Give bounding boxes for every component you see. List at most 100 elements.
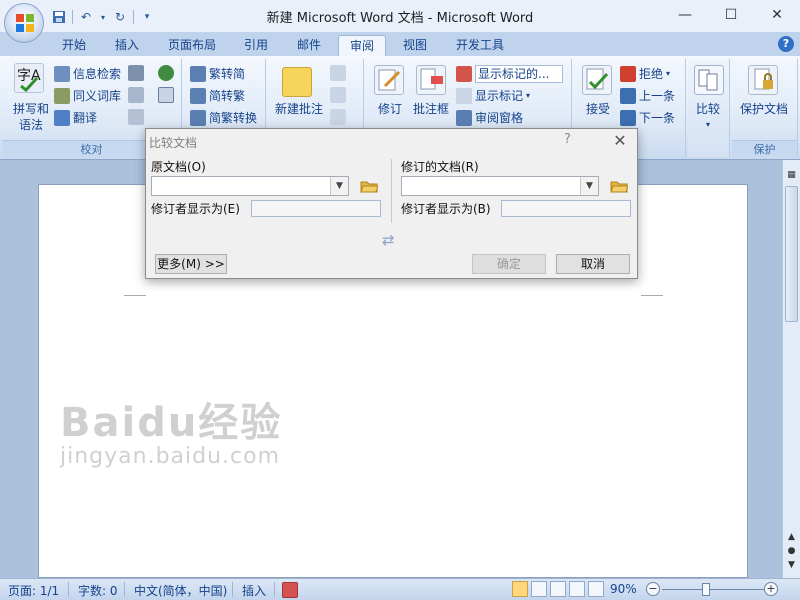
tab-view[interactable]: 视图 [390,35,440,56]
original-document-select[interactable]: ▼ [151,176,349,196]
protect-document-icon[interactable] [748,65,778,95]
display-for-review-button[interactable]: 显示标记的... [456,65,563,83]
screentip-icon[interactable] [128,109,144,125]
simp-to-trad-button[interactable]: 简转繁 [190,87,245,104]
label-changes-revised-field[interactable] [501,200,631,217]
show-markup-icon [456,87,472,104]
more-button[interactable]: 更多(M) >> [155,254,227,274]
previous-change-button[interactable]: 上一条 [620,87,675,104]
display-for-review-select[interactable]: 显示标记的... [475,65,563,83]
browse-revised-folder-icon[interactable] [610,179,628,193]
tab-review[interactable]: 审阅 [338,35,386,56]
next-page-icon[interactable]: ▼ [785,558,798,572]
new-comment-icon[interactable] [282,67,312,97]
trad-to-simp-button[interactable]: 繁转简 [190,65,245,82]
tab-page-layout[interactable]: 页面布局 [156,35,228,56]
dialog-title: 比较文档 [149,136,198,150]
outline-view-icon[interactable] [569,581,585,597]
chevron-down-icon[interactable]: ▼ [580,177,598,195]
ribbon-tabs: 开始 插入 页面布局 引用 邮件 审阅 视图 开发工具 [0,32,800,56]
spelling-grammar-label[interactable]: 拼写和 语法 [6,101,56,133]
browse-original-folder-icon[interactable] [360,179,378,193]
macro-recording-icon[interactable] [282,582,298,598]
research-button[interactable]: 信息检索 [54,65,121,82]
tab-home[interactable]: 开始 [48,35,100,56]
set-language-icon[interactable] [128,87,144,103]
display-for-review-icon [456,66,472,82]
full-screen-reading-icon[interactable] [531,581,547,597]
delete-comment-icon[interactable] [330,65,346,81]
baidu-watermark: Baidu经验 jingyan.baidu.com [60,400,283,469]
swap-documents-icon[interactable]: ⇄ [382,231,395,249]
next-change-icon [620,109,636,126]
draft-view-icon[interactable] [588,581,604,597]
tab-references[interactable]: 引用 [232,35,280,56]
reject-icon [620,65,636,82]
revised-document-label: 修订的文档(R) [401,160,479,174]
previous-comment-icon[interactable] [330,87,346,103]
minimize-button[interactable]: — [662,0,708,30]
tab-insert[interactable]: 插入 [102,35,152,56]
previous-change-icon [620,87,636,104]
help-icon[interactable]: ? [778,36,794,52]
balloons-label[interactable]: 批注框 [408,101,454,117]
abc123-icon[interactable] [158,87,174,103]
scroll-thumb[interactable] [785,186,798,322]
label-changes-original-field[interactable] [251,200,381,217]
tab-mailings[interactable]: 邮件 [284,35,334,56]
zoom-out-icon[interactable]: − [646,582,660,596]
close-button[interactable]: ✕ [754,0,800,30]
language-icon[interactable] [158,65,174,81]
review-pane-icon [456,109,472,126]
new-comment-label[interactable]: 新建批注 [268,101,330,117]
compare-documents-dialog: 比较文档 ? ✕ 原文档(O) ▼ 修订者显示为(E) 修订的文档(R) ▼ 修… [145,128,638,279]
revised-document-select[interactable]: ▼ [401,176,599,196]
select-browse-object-icon[interactable]: ● [785,544,798,558]
next-comment-icon[interactable] [330,109,346,125]
word-count-icon[interactable] [128,65,144,81]
chinese-convert-button[interactable]: 简繁转换 [190,109,257,126]
ruler-toggle-icon[interactable]: ▦ [785,168,798,182]
simp-to-trad-icon [190,87,206,104]
zoom-slider-thumb[interactable] [702,583,710,596]
group-protect: 保护文档 保护 [732,59,798,157]
dialog-close-icon[interactable]: ✕ [606,130,634,152]
vertical-scrollbar[interactable]: ▦ ▲ ● ▼ [782,160,800,578]
compare-icon[interactable] [694,65,724,95]
protect-document-label[interactable]: 保护文档 [732,101,796,117]
zoom-in-icon[interactable]: + [764,582,778,596]
chevron-down-icon[interactable]: ▼ [330,177,348,195]
compare-label[interactable]: 比较 [688,101,728,117]
insert-mode[interactable]: 插入 [242,582,266,599]
label-changes-revised-label: 修订者显示为(B) [401,202,491,216]
word-count[interactable]: 字数: 0 [78,582,118,599]
print-layout-view-icon[interactable] [512,581,528,597]
track-changes-label[interactable]: 修订 [370,101,410,117]
previous-page-icon[interactable]: ▲ [785,530,798,544]
thesaurus-button[interactable]: 同义词库 [54,87,121,104]
accept-icon[interactable] [582,65,612,95]
status-bar: 页面: 1/1 字数: 0 中文(简体，中国) 插入 90% − + [0,578,800,600]
dialog-help-icon[interactable]: ? [564,132,571,147]
reject-button[interactable]: 拒绝 ▾ [620,65,670,82]
chinese-convert-icon [190,109,206,126]
show-markup-button[interactable]: 显示标记 ▾ [456,87,530,104]
web-layout-icon[interactable] [550,581,566,597]
spelling-icon[interactable]: 字A [14,63,44,93]
thesaurus-icon [54,87,70,104]
zoom-slider-track[interactable] [662,589,764,590]
tab-developer[interactable]: 开发工具 [444,35,516,56]
next-change-button[interactable]: 下一条 [620,109,675,126]
accept-label[interactable]: 接受 [578,101,618,117]
zoom-level[interactable]: 90% [610,582,637,596]
maximize-button[interactable]: ☐ [708,0,754,30]
translate-button[interactable]: 翻译 [54,109,97,126]
balloons-icon[interactable] [416,65,446,95]
ok-button[interactable]: 确定 [472,254,546,274]
review-pane-button[interactable]: 审阅窗格 [456,109,523,126]
cancel-button[interactable]: 取消 [556,254,630,274]
track-changes-icon[interactable] [374,65,404,95]
language-status[interactable]: 中文(简体，中国) [134,582,227,599]
page-count[interactable]: 页面: 1/1 [8,582,59,599]
office-button[interactable] [4,3,44,43]
